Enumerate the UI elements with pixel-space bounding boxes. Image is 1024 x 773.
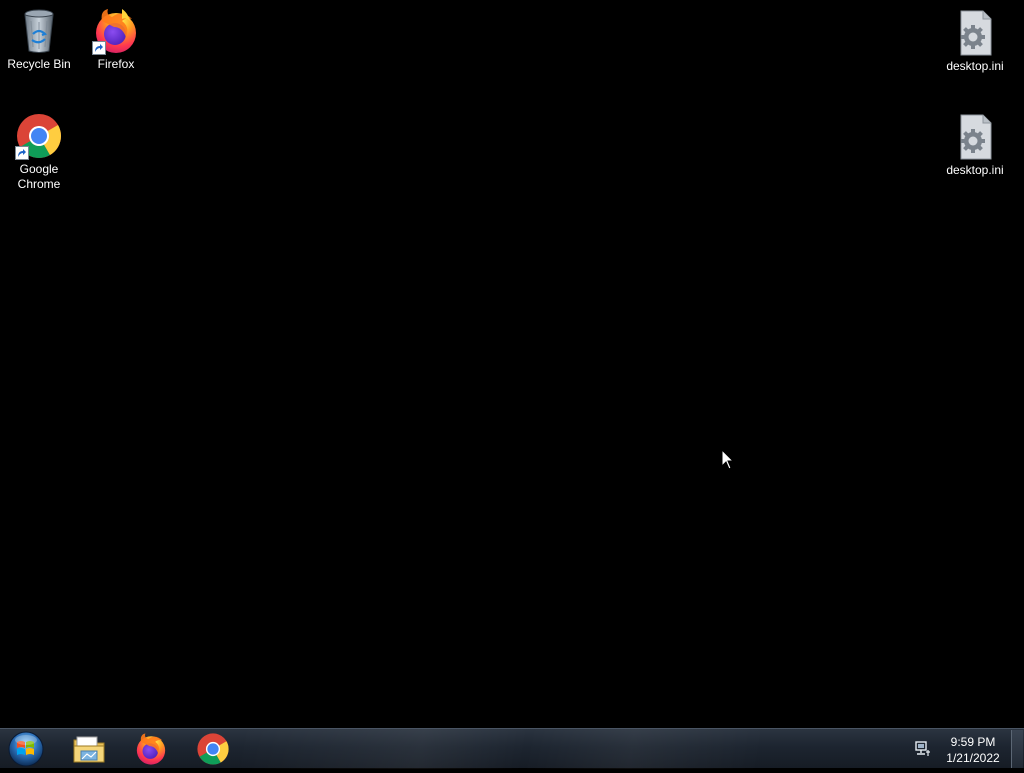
folder-icon xyxy=(73,736,105,763)
settings-file-icon xyxy=(951,9,999,57)
start-button[interactable] xyxy=(6,730,46,768)
shortcut-arrow-icon xyxy=(92,41,106,55)
system-clock[interactable]: 9:59 PM 1/21/2022 xyxy=(940,734,1006,766)
desktop-icon-label: desktop.ini xyxy=(946,163,1004,177)
taskbar: 9:59 PM 1/21/2022 xyxy=(0,728,1024,769)
desktop-icon-google-chrome[interactable]: Google Chrome xyxy=(1,112,77,192)
desktop[interactable]: Recycle Bin Firefox Google Chrome deskto… xyxy=(0,0,1024,728)
show-desktop-button[interactable] xyxy=(1011,730,1023,768)
chrome-icon xyxy=(15,112,63,160)
desktop-icon-firefox[interactable]: Firefox xyxy=(78,7,154,72)
network-icon xyxy=(915,741,930,756)
clock-date: 1/21/2022 xyxy=(946,751,1000,765)
mouse-cursor-icon xyxy=(721,449,735,470)
network-status-button[interactable] xyxy=(914,741,932,757)
chrome-icon xyxy=(197,733,229,765)
desktop-icon-desktop-ini-2[interactable]: desktop.ini xyxy=(937,113,1013,178)
taskbar-chrome-button[interactable] xyxy=(196,732,230,766)
desktop-icon-label: Firefox xyxy=(97,57,135,71)
desktop-icon-label: desktop.ini xyxy=(946,59,1004,73)
desktop-icon-recycle-bin[interactable]: Recycle Bin xyxy=(1,7,77,72)
taskbar-file-explorer-button[interactable] xyxy=(72,732,106,766)
recycle-bin-icon xyxy=(15,7,63,55)
shortcut-arrow-icon xyxy=(15,146,29,160)
desktop-icon-desktop-ini-1[interactable]: desktop.ini xyxy=(937,9,1013,74)
windows-start-icon xyxy=(8,731,44,767)
firefox-icon xyxy=(136,733,166,765)
clock-time: 9:59 PM xyxy=(950,735,996,749)
taskbar-firefox-button[interactable] xyxy=(134,732,168,766)
desktop-icon-label: Recycle Bin xyxy=(7,57,71,71)
firefox-icon xyxy=(92,7,140,55)
settings-file-icon xyxy=(951,113,999,161)
desktop-icon-label: Google Chrome xyxy=(17,162,61,191)
